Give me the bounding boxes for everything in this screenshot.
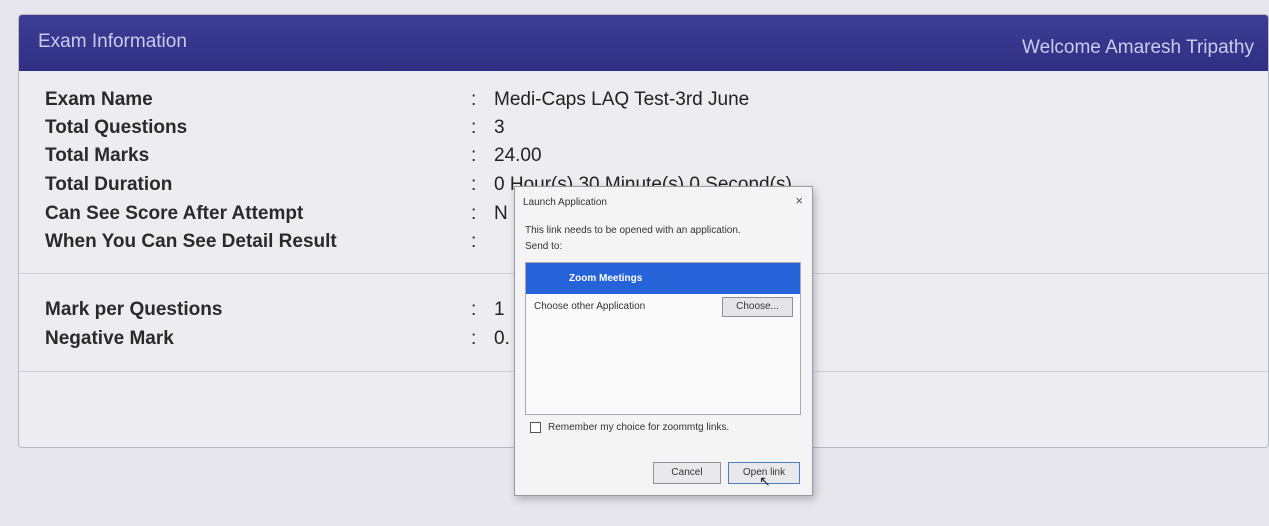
field-label: Total Questions: [45, 117, 188, 138]
cancel-button[interactable]: Cancel: [653, 462, 721, 484]
close-icon[interactable]: ×: [795, 193, 803, 208]
choose-other-label: Choose other Application: [534, 301, 646, 312]
field-separator: :: [471, 117, 477, 138]
field-separator: :: [471, 299, 477, 320]
choose-other-application-row: Choose other Application Choose...: [526, 294, 800, 320]
field-separator: :: [471, 231, 477, 252]
dialog-title: Launch Application: [523, 197, 607, 208]
dialog-message: This link needs to be opened with an app…: [525, 225, 741, 236]
field-separator: :: [471, 328, 477, 349]
remember-label: Remember my choice for zoommtg links.: [548, 422, 730, 433]
field-label: Total Duration: [45, 174, 173, 195]
field-separator: :: [471, 203, 477, 224]
field-value: 0.: [494, 328, 510, 349]
field-exam-name: Exam Name : Medi-Caps LAQ Test-3rd June: [19, 89, 1268, 117]
panel-title: Exam Information: [38, 31, 187, 52]
field-label: Can See Score After Attempt: [45, 203, 304, 224]
app-option-zoom-meetings[interactable]: Zoom Meetings: [526, 263, 800, 294]
field-label: Exam Name: [45, 89, 153, 110]
field-separator: :: [471, 174, 477, 195]
field-label: Negative Mark: [45, 328, 174, 349]
field-value: 1: [494, 299, 505, 320]
field-label: When You Can See Detail Result: [45, 231, 337, 252]
field-separator: :: [471, 89, 477, 110]
field-separator: :: [471, 145, 477, 166]
field-value: 24.00: [494, 145, 542, 166]
field-value: 3: [494, 117, 505, 138]
choose-button[interactable]: Choose...: [722, 297, 793, 317]
launch-application-dialog: Launch Application × This link needs to …: [514, 186, 813, 496]
send-to-label: Send to:: [525, 241, 563, 252]
field-total-questions: Total Questions : 3: [19, 117, 1268, 145]
field-label: Mark per Questions: [45, 299, 223, 320]
mouse-cursor-icon: ↖: [759, 473, 771, 489]
welcome-text: Welcome Amaresh Tripathy: [1022, 37, 1254, 58]
field-label: Total Marks: [45, 145, 150, 166]
field-value: N: [494, 203, 508, 224]
panel-header: Exam Information Welcome Amaresh Tripath…: [19, 15, 1268, 71]
remember-checkbox[interactable]: [530, 422, 541, 433]
field-total-marks: Total Marks : 24.00: [19, 145, 1268, 173]
application-list: Zoom Meetings Choose other Application C…: [525, 262, 801, 415]
field-value: Medi-Caps LAQ Test-3rd June: [494, 89, 750, 110]
